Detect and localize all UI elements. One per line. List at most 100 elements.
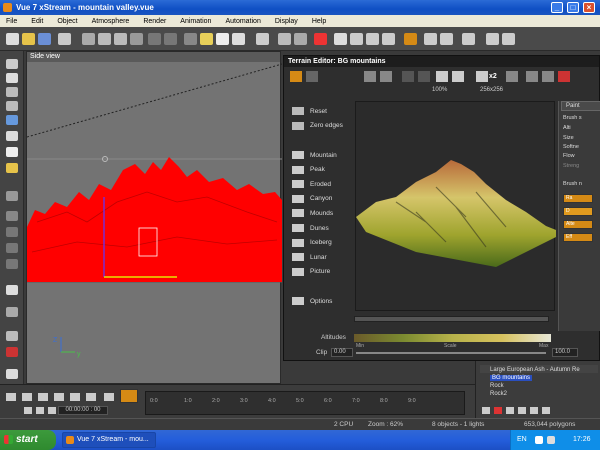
preset-mounds[interactable]: Mounds (292, 206, 352, 221)
redo-icon[interactable] (418, 71, 430, 82)
preset-eroded[interactable]: Eroded (292, 177, 352, 192)
preset-canyon[interactable]: Canyon (292, 192, 352, 207)
menu-atmosphere[interactable]: Atmosphere (92, 18, 130, 25)
scene-item-selected[interactable]: BG mountains (490, 375, 533, 381)
stop-icon[interactable] (38, 393, 48, 401)
loop-icon[interactable] (104, 393, 114, 401)
zoom-in-icon[interactable] (436, 71, 448, 82)
keyframe-prev-icon[interactable] (24, 407, 32, 414)
lock-object-icon[interactable] (542, 407, 550, 414)
menu-help[interactable]: Help (312, 18, 326, 25)
light-bulb-icon[interactable] (6, 163, 18, 173)
time-field[interactable]: 00:00:00 : 00 (58, 406, 108, 415)
undo-icon[interactable] (148, 33, 161, 45)
preset-reset[interactable]: Reset (292, 104, 352, 119)
material-icon[interactable] (314, 33, 327, 45)
plant-icon[interactable] (6, 101, 18, 111)
play-icon[interactable] (54, 393, 64, 401)
halve-resolution-icon[interactable] (476, 71, 488, 82)
taskbar-vue-window[interactable]: Vue 7 xStream - mou... (62, 432, 156, 448)
zoom-out-icon[interactable] (382, 33, 395, 45)
preset-dunes[interactable]: Dunes (292, 221, 352, 236)
preset-mountain[interactable]: Mountain (292, 148, 352, 163)
double-resolution-label[interactable]: x2 (489, 73, 497, 80)
copy-icon[interactable] (98, 33, 111, 45)
scene-item[interactable]: Rock2 (490, 391, 507, 397)
delete-object-icon[interactable] (494, 407, 502, 414)
paste-icon[interactable] (114, 33, 127, 45)
clip-min-field[interactable]: 0.00 (331, 348, 353, 357)
menu-automation[interactable]: Automation (225, 18, 260, 25)
volume-icon[interactable] (547, 436, 555, 444)
record-keyframe-icon[interactable] (120, 389, 138, 403)
menu-display[interactable]: Display (275, 18, 298, 25)
save-icon[interactable] (38, 33, 51, 45)
menu-edit[interactable]: Edit (31, 18, 43, 25)
preset-zero-edges[interactable]: Zero edges (292, 119, 352, 134)
layout-icon[interactable] (486, 33, 499, 45)
side-viewport[interactable]: Side view Z y (26, 51, 282, 384)
group-tool-icon[interactable] (6, 227, 18, 237)
rewind-icon[interactable] (6, 393, 16, 401)
boolean-icon[interactable] (6, 191, 18, 201)
fast-forward-icon[interactable] (86, 393, 96, 401)
brush-effect-button[interactable]: Eff (563, 233, 593, 242)
clip-max-field[interactable]: 100.0 (552, 348, 578, 357)
sun-icon[interactable] (200, 33, 213, 45)
cut-icon[interactable] (82, 33, 95, 45)
camera-icon[interactable] (404, 33, 417, 45)
link-icon[interactable] (278, 33, 291, 45)
clouds-icon[interactable] (216, 33, 229, 45)
prev-frame-icon[interactable] (22, 393, 32, 401)
rock-icon[interactable] (6, 147, 18, 157)
scene-item[interactable]: Rock (490, 383, 504, 389)
preset-lunar[interactable]: Lunar (292, 250, 352, 265)
cloud-icon[interactable] (6, 131, 18, 141)
terrain-preview[interactable] (355, 101, 556, 311)
clip-slider[interactable] (356, 352, 546, 354)
preset-picture[interactable]: Picture (292, 265, 352, 280)
move-icon[interactable] (6, 285, 18, 295)
scale-icon[interactable] (6, 331, 18, 341)
next-frame-icon[interactable] (70, 393, 80, 401)
zoom-fit-icon[interactable] (350, 33, 363, 45)
preset-peak[interactable]: Peak (292, 162, 352, 177)
timeline-track[interactable]: 0:0 1:0 2:0 3:0 4:0 5:0 6:0 7:0 8:0 9:0 (145, 391, 465, 415)
effect-icon[interactable] (558, 71, 570, 82)
view-icon[interactable] (334, 33, 347, 45)
light-icon[interactable] (462, 33, 475, 45)
drop-icon[interactable] (6, 259, 18, 269)
group-icon[interactable] (294, 33, 307, 45)
altitude-checkbox[interactable]: Alti (563, 125, 571, 131)
erode-icon[interactable] (526, 71, 538, 82)
altitudes-gradient[interactable] (354, 334, 551, 342)
display-options-icon[interactable] (424, 33, 437, 45)
preset-iceberg[interactable]: Iceberg (292, 235, 352, 250)
zoom-in-icon[interactable] (366, 33, 379, 45)
grid-icon[interactable] (506, 71, 518, 82)
export-icon[interactable] (6, 369, 18, 379)
render-icon[interactable] (58, 33, 71, 45)
start-button[interactable]: start (0, 430, 56, 450)
record-icon[interactable] (6, 347, 18, 357)
scene-item[interactable]: Large European Ash - Autumn Re (490, 367, 580, 373)
menu-animation[interactable]: Animation (180, 18, 211, 25)
zoom-out-icon[interactable] (452, 71, 464, 82)
tab-paint[interactable]: Paint (561, 101, 600, 111)
language-indicator[interactable]: EN (517, 430, 527, 450)
close-button[interactable]: × (583, 2, 595, 13)
keyframe-next-icon[interactable] (48, 407, 56, 414)
render-options-icon[interactable] (440, 33, 453, 45)
menu-render[interactable]: Render (143, 18, 166, 25)
settings-icon[interactable] (502, 33, 515, 45)
align-icon[interactable] (6, 243, 18, 253)
network-icon[interactable] (535, 436, 543, 444)
group-object-icon[interactable] (518, 407, 526, 414)
menu-object[interactable]: Object (57, 18, 77, 25)
weather-icon[interactable] (232, 33, 245, 45)
keyframe-add-icon[interactable] (36, 407, 44, 414)
link-object-icon[interactable] (506, 407, 514, 414)
brush-raise-button[interactable]: Ra (563, 194, 593, 203)
metablob-icon[interactable] (6, 211, 18, 221)
text-icon[interactable] (6, 73, 18, 83)
